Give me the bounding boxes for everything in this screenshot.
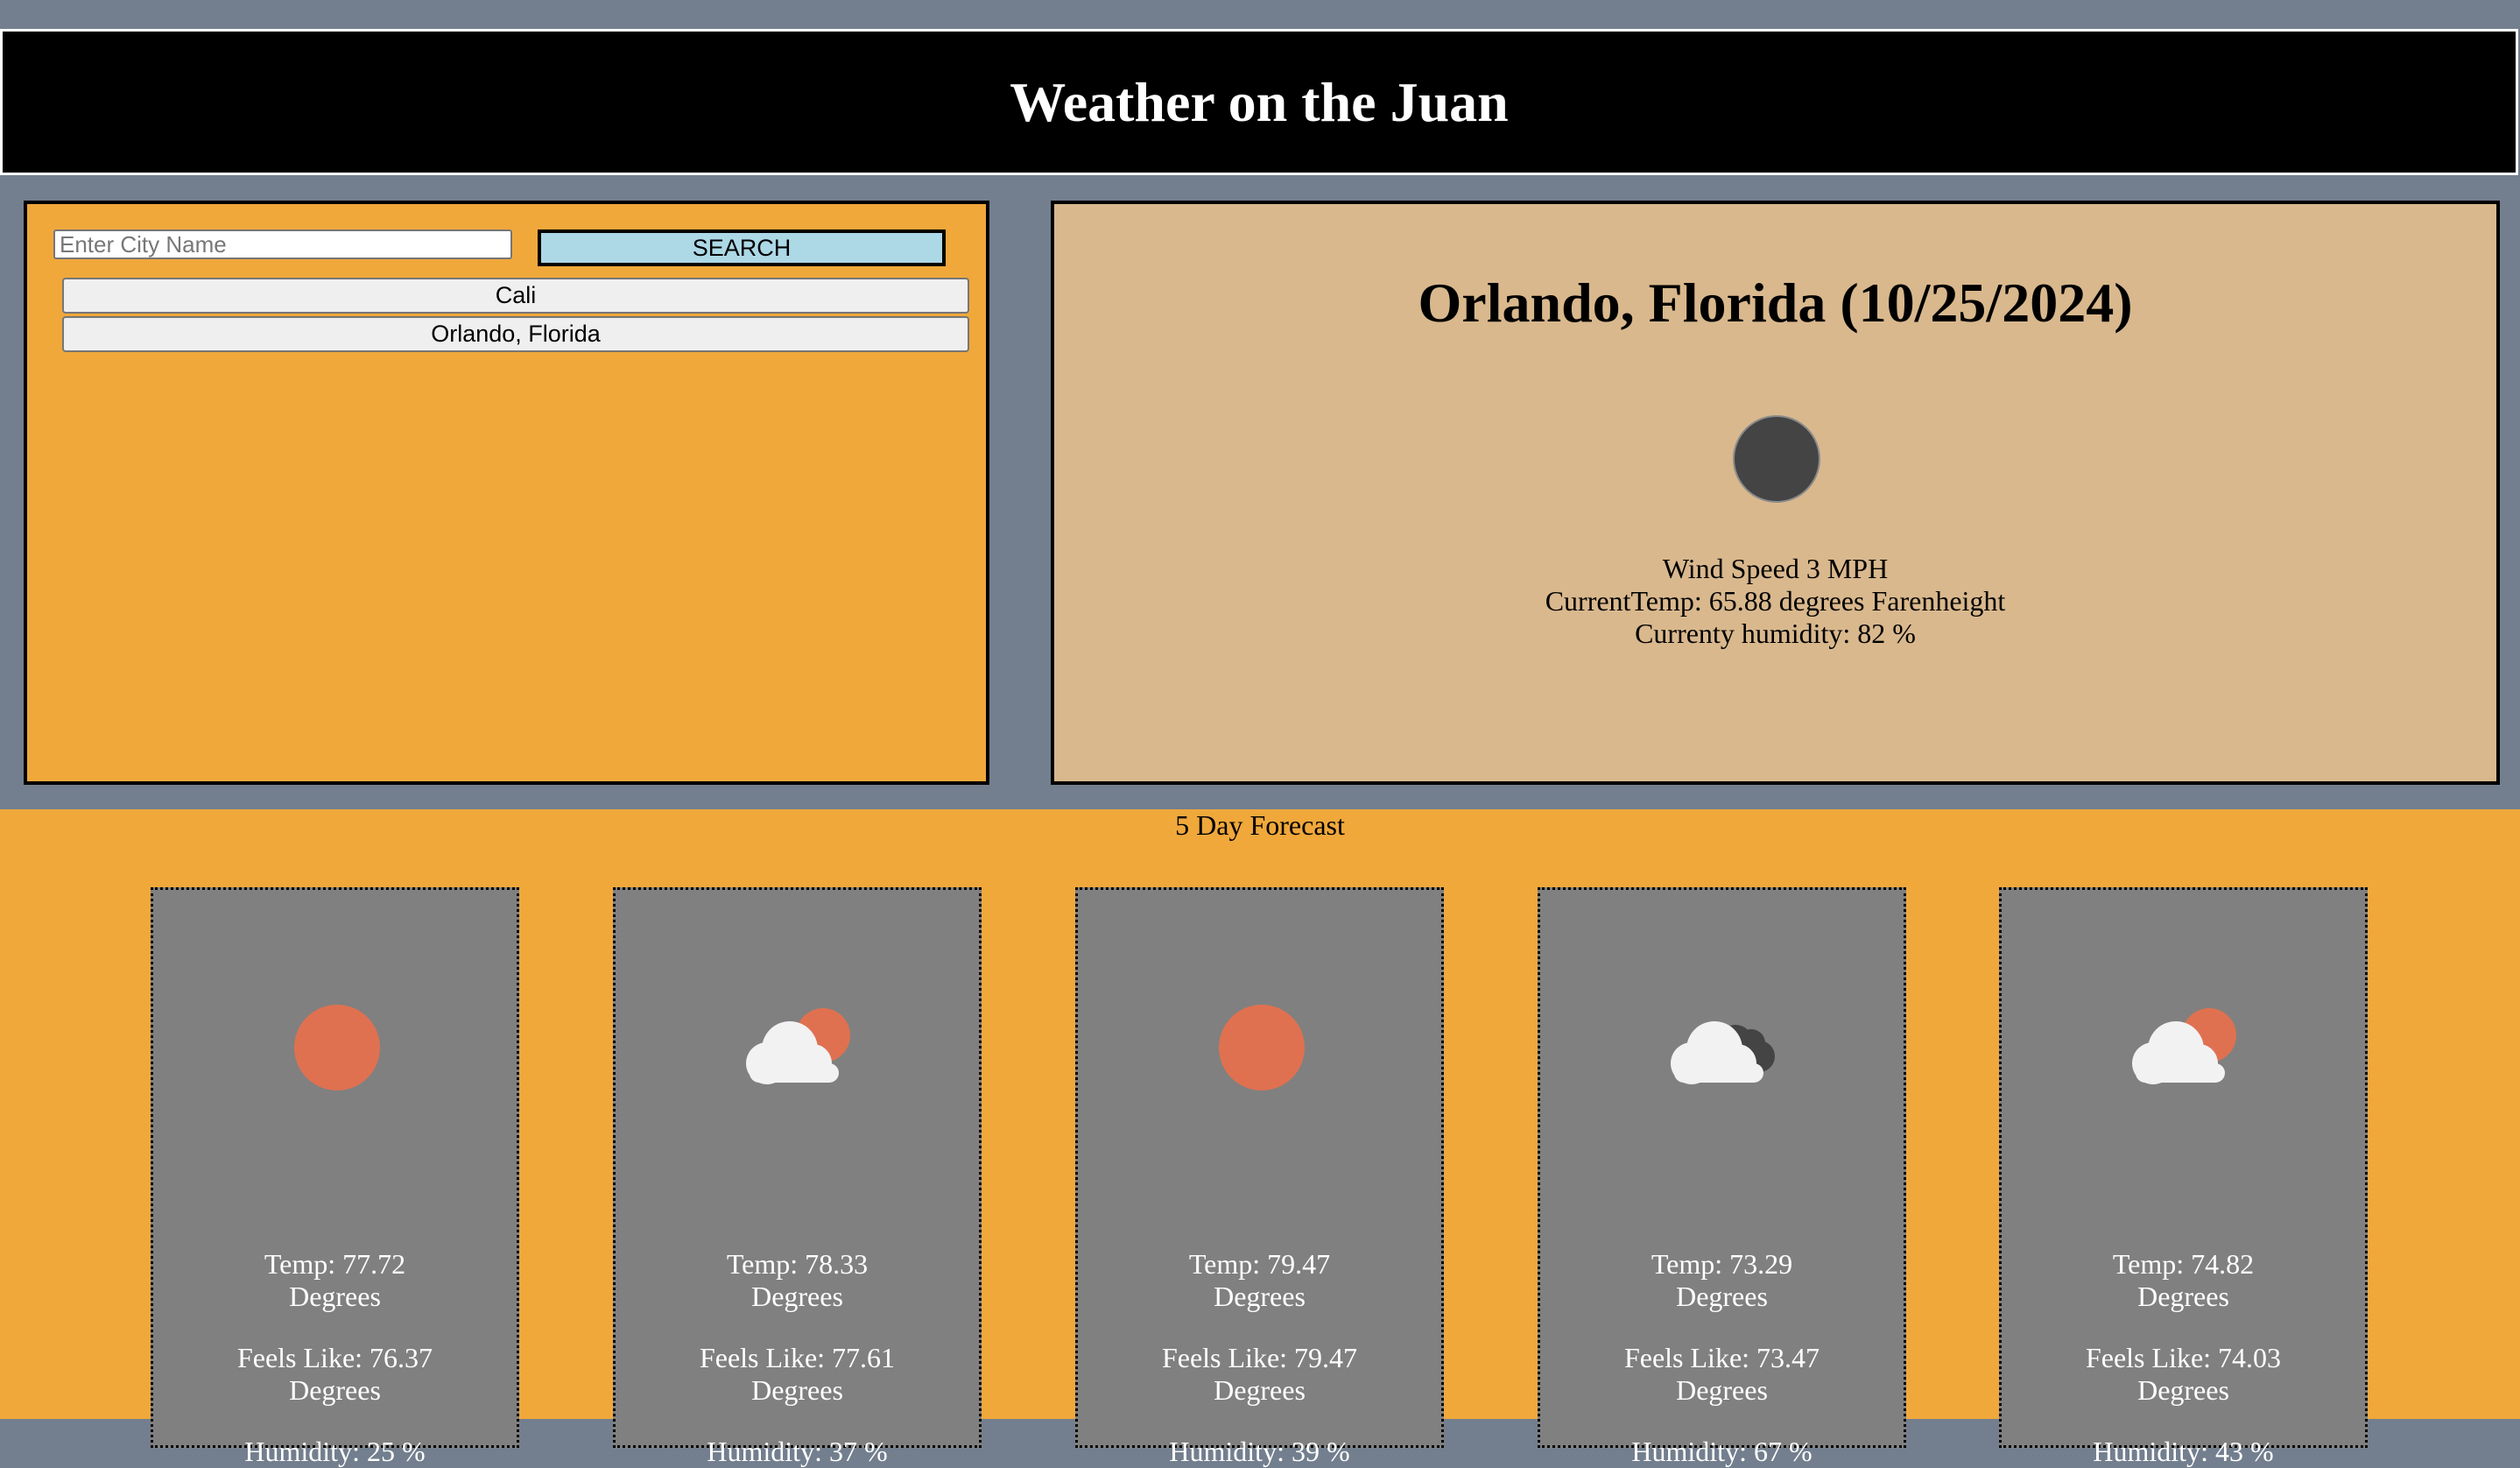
forecast-card-text: Temp: 73.29 Degrees Feels Like: 73.47 De… xyxy=(1540,1248,1904,1468)
forecast-humidity: Humidity: 37 % xyxy=(707,1436,888,1467)
forecast-card: Temp: 77.72 Degrees Feels Like: 76.37 De… xyxy=(151,887,519,1467)
current-weather-panel: Orlando, Florida (10/25/2024) Wind Speed… xyxy=(1051,201,2500,785)
partly-cloudy-icon xyxy=(746,1008,850,1084)
current-weather-details: Wind Speed 3 MPH CurrentTemp: 65.88 degr… xyxy=(1054,553,2496,650)
search-panel: SEARCH Cali Orlando, Florida xyxy=(24,201,989,785)
forecast-feels-like-unit: Degrees xyxy=(2137,1374,2229,1406)
forecast-feels-like: Feels Like: 79.47 xyxy=(1161,1342,1358,1373)
forecast-card-text: Temp: 78.33 Degrees Feels Like: 77.61 De… xyxy=(616,1248,979,1468)
page-title: Weather on the Juan xyxy=(1010,70,1509,133)
app-header: Weather on the Juan xyxy=(0,29,2518,175)
search-history-list: Cali Orlando, Florida xyxy=(62,278,969,355)
forecast-feels-like: Feels Like: 76.37 xyxy=(236,1342,433,1373)
forecast-temperature-unit: Degrees xyxy=(1214,1281,1306,1312)
wind-speed-text: Wind Speed 3 MPH xyxy=(1662,553,1889,584)
forecast-card: Temp: 79.47 Degrees Feels Like: 79.47 De… xyxy=(1075,887,1444,1467)
forecast-temperature: Temp: 74.82 xyxy=(2112,1248,2255,1280)
forecast-feels-like-unit: Degrees xyxy=(1214,1374,1306,1406)
forecast-temperature-unit: Degrees xyxy=(1676,1281,1768,1312)
city-search-input[interactable] xyxy=(53,229,512,259)
forecast-feels-like: Feels Like: 77.61 xyxy=(699,1342,896,1373)
forecast-temperature: Temp: 78.33 xyxy=(726,1248,869,1280)
search-button[interactable]: SEARCH xyxy=(538,229,946,266)
current-humidity-text: Currenty humidity: 82 % xyxy=(1635,618,1916,649)
forecast-temperature-unit: Degrees xyxy=(2137,1281,2229,1312)
forecast-feels-like-unit: Degrees xyxy=(1676,1374,1768,1406)
forecast-temperature: Temp: 79.47 xyxy=(1188,1248,1331,1280)
forecast-humidity: Humidity: 39 % xyxy=(1169,1436,1350,1467)
current-city-title: Orlando, Florida (10/25/2024) xyxy=(1418,272,2133,334)
sun-icon xyxy=(1219,1005,1305,1090)
forecast-card: Temp: 73.29 Degrees Feels Like: 73.47 De… xyxy=(1538,887,1906,1467)
history-item-orlando-florida[interactable]: Orlando, Florida xyxy=(62,316,969,352)
forecast-card: Temp: 74.82 Degrees Feels Like: 74.03 De… xyxy=(1999,887,2368,1467)
sun-icon xyxy=(294,1005,380,1090)
forecast-heading: 5 Day Forecast xyxy=(1175,809,1345,841)
forecast-humidity: Humidity: 43 % xyxy=(2093,1436,2274,1467)
forecast-feels-like: Feels Like: 73.47 xyxy=(1623,1342,1820,1373)
forecast-feels-like-unit: Degrees xyxy=(289,1374,381,1406)
forecast-temperature: Temp: 73.29 xyxy=(1651,1248,1793,1280)
forecast-card: Temp: 78.33 Degrees Feels Like: 77.61 De… xyxy=(613,887,982,1467)
forecast-card-text: Temp: 79.47 Degrees Feels Like: 79.47 De… xyxy=(1078,1248,1441,1468)
current-temperature-text: CurrentTemp: 65.88 degrees Farenheight xyxy=(1545,585,2006,617)
history-item-cali[interactable]: Cali xyxy=(62,278,969,314)
forecast-humidity: Humidity: 25 % xyxy=(244,1436,426,1467)
forecast-card-text: Temp: 77.72 Degrees Feels Like: 76.37 De… xyxy=(153,1248,517,1468)
forecast-temperature-unit: Degrees xyxy=(289,1281,381,1312)
forecast-feels-like: Feels Like: 74.03 xyxy=(2085,1342,2282,1373)
cloudy-icon xyxy=(1671,1021,1775,1084)
forecast-temperature-unit: Degrees xyxy=(751,1281,843,1312)
forecast-feels-like-unit: Degrees xyxy=(751,1374,843,1406)
forecast-humidity: Humidity: 67 % xyxy=(1631,1436,1813,1467)
dark-moon-icon xyxy=(1733,415,1820,503)
five-day-forecast-section: 5 Day Forecast Temp: 77.72 Degrees Feels… xyxy=(0,809,2520,1467)
forecast-card-text: Temp: 74.82 Degrees Feels Like: 74.03 De… xyxy=(2002,1248,2365,1468)
partly-cloudy-icon xyxy=(2132,1008,2236,1084)
forecast-temperature: Temp: 77.72 xyxy=(264,1248,406,1280)
